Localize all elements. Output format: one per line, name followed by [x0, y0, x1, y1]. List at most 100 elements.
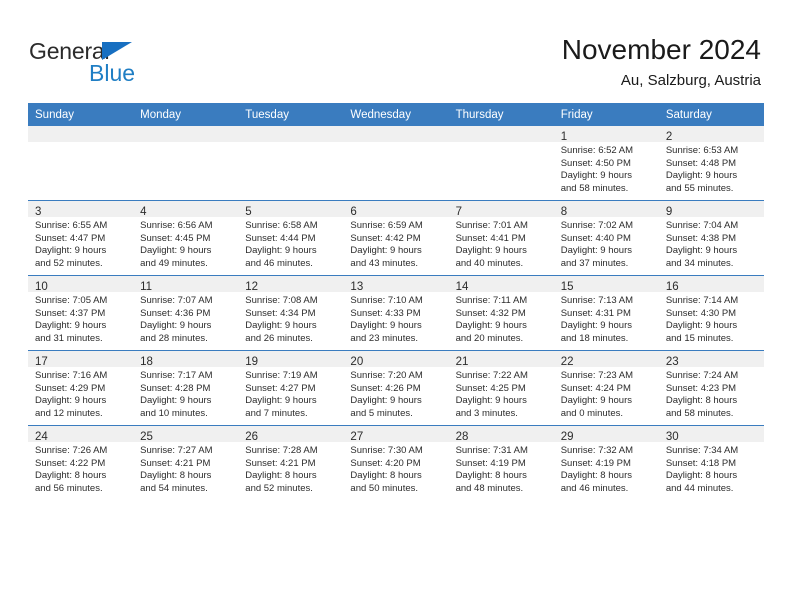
day-cell[interactable]: 28 Sunrise: 7:31 AM Sunset: 4:19 PM Dayligh… [448, 425, 554, 500]
day-number: 27 [350, 431, 364, 443]
general-blue-logo[interactable]: General Blue [29, 38, 209, 88]
day-number-band: 19 [238, 351, 344, 368]
day-detail-lines: Sunrise: 6:58 AM Sunset: 4:44 PM Daylight:… [238, 217, 343, 270]
day-cell[interactable]: 6 Sunrise: 6:59 AM Sunset: 4:42 PM Daylight… [343, 200, 449, 276]
day-cell[interactable]: 16 Sunrise: 7:14 AM Sunset: 4:30 PM Dayligh… [658, 275, 764, 351]
day-cell[interactable]: 10 Sunrise: 7:05 AM Sunset: 4:37 PM Dayligh… [28, 275, 134, 351]
weekday-header-saturday: Saturday [658, 103, 764, 126]
daylight-text: Daylight: 9 hours [350, 245, 422, 257]
day-cell-inner: 20 Sunrise: 7:20 AM Sunset: 4:26 PM Dayligh… [343, 351, 449, 426]
day-cell[interactable]: 27 Sunrise: 7:30 AM Sunset: 4:20 PM Dayligh… [343, 425, 449, 500]
day-number-band: 15 [553, 276, 659, 293]
day-cell-empty [343, 126, 449, 201]
daylight-text: Daylight: 9 hours [140, 395, 212, 407]
day-number: 1 [560, 131, 568, 143]
daylight-text: Daylight: 9 hours [140, 320, 212, 332]
day-cell[interactable]: 4 Sunrise: 6:56 AM Sunset: 4:45 PM Daylight… [133, 200, 239, 276]
daylight-text-cont: and 0 minutes. [560, 407, 624, 419]
calendar-grid: Sunday Monday Tuesday Wednesday Thursday… [28, 103, 764, 500]
day-number: 21 [455, 356, 469, 368]
calendar-week-row: 3 Sunrise: 6:55 AM Sunset: 4:47 PM Daylight… [28, 200, 764, 276]
day-number-band: 24 [28, 426, 134, 443]
day-cell[interactable]: 11 Sunrise: 7:07 AM Sunset: 4:36 PM Dayligh… [133, 275, 239, 351]
day-detail-lines: Sunrise: 7:11 AM Sunset: 4:32 PM Daylight:… [449, 292, 554, 345]
day-cell-inner: 3 Sunrise: 6:55 AM Sunset: 4:47 PM Daylight… [28, 201, 134, 276]
day-cell[interactable]: 7 Sunrise: 7:01 AM Sunset: 4:41 PM Daylight… [448, 200, 554, 276]
day-number-band: 5 [238, 201, 344, 218]
daylight-text: Daylight: 9 hours [35, 245, 107, 257]
day-number-band: 22 [553, 351, 659, 368]
sunrise-text: Sunrise: 7:34 AM [665, 445, 739, 456]
day-cell[interactable]: 19 Sunrise: 7:19 AM Sunset: 4:27 PM Dayligh… [238, 350, 344, 426]
day-number-band: 18 [133, 351, 239, 368]
day-number-band [28, 126, 134, 142]
day-cell[interactable]: 21 Sunrise: 7:22 AM Sunset: 4:25 PM Dayligh… [448, 350, 554, 426]
day-number: 22 [560, 356, 574, 368]
sunrise-text: Sunrise: 7:26 AM [35, 445, 108, 456]
day-cell[interactable]: 29 Sunrise: 7:32 AM Sunset: 4:19 PM Dayligh… [553, 425, 659, 500]
day-detail-lines: Sunrise: 7:07 AM Sunset: 4:36 PM Daylight:… [133, 292, 238, 345]
day-number-band [238, 126, 344, 142]
day-cell[interactable]: 13 Sunrise: 7:10 AM Sunset: 4:33 PM Dayligh… [343, 275, 449, 351]
calendar-week-row: 24 Sunrise: 7:26 AM Sunset: 4:22 PM Dayligh… [28, 425, 764, 500]
sunrise-text: Sunrise: 6:52 AM [560, 145, 634, 156]
day-cell[interactable]: 30 Sunrise: 7:34 AM Sunset: 4:18 PM Dayligh… [658, 425, 764, 500]
day-number-band: 6 [343, 201, 449, 218]
daylight-text: Daylight: 9 hours [245, 245, 317, 257]
sunset-text: Sunset: 4:19 PM [560, 457, 631, 469]
day-number: 2 [665, 131, 673, 143]
day-detail-lines: Sunrise: 7:28 AM Sunset: 4:21 PM Daylight:… [238, 442, 343, 495]
daylight-text: Daylight: 9 hours [140, 245, 212, 257]
calendar-page: General Blue November 2024 Au, Salzburg,… [0, 0, 792, 612]
day-cell[interactable]: 25 Sunrise: 7:27 AM Sunset: 4:21 PM Dayligh… [133, 425, 239, 500]
daylight-text-cont: and 58 minutes. [665, 407, 734, 419]
day-cell[interactable]: 1 Sunrise: 6:52 AM Sunset: 4:50 PM Daylight… [553, 126, 659, 201]
daylight-text: Daylight: 9 hours [455, 245, 527, 257]
day-number-band: 3 [28, 201, 134, 218]
sunrise-text: Sunrise: 7:13 AM [560, 295, 634, 306]
sunset-text: Sunset: 4:47 PM [35, 232, 106, 244]
sunrise-text: Sunrise: 7:08 AM [245, 295, 318, 306]
day-number: 7 [455, 206, 462, 218]
daylight-text: Daylight: 9 hours [35, 395, 107, 407]
day-cell-inner: 23 Sunrise: 7:24 AM Sunset: 4:23 PM Dayligh… [658, 351, 764, 426]
day-cell[interactable]: 26 Sunrise: 7:28 AM Sunset: 4:21 PM Dayligh… [238, 425, 344, 500]
day-cell[interactable]: 8 Sunrise: 7:02 AM Sunset: 4:40 PM Daylight… [553, 200, 659, 276]
daylight-text: Daylight: 9 hours [350, 320, 422, 332]
day-cell[interactable]: 17 Sunrise: 7:16 AM Sunset: 4:29 PM Dayligh… [28, 350, 134, 426]
day-number: 11 [140, 281, 153, 293]
day-detail-lines: Sunrise: 7:10 AM Sunset: 4:33 PM Daylight:… [343, 292, 448, 345]
day-detail-lines: Sunrise: 7:27 AM Sunset: 4:21 PM Daylight:… [133, 442, 238, 495]
day-cell[interactable]: 9 Sunrise: 7:04 AM Sunset: 4:38 PM Daylight… [658, 200, 764, 276]
day-cell[interactable]: 18 Sunrise: 7:17 AM Sunset: 4:28 PM Dayligh… [133, 350, 239, 426]
day-number-band: 26 [238, 426, 344, 443]
day-cell[interactable]: 3 Sunrise: 6:55 AM Sunset: 4:47 PM Daylight… [28, 200, 134, 276]
day-cell[interactable]: 22 Sunrise: 7:23 AM Sunset: 4:24 PM Dayligh… [553, 350, 659, 426]
day-cell[interactable]: 23 Sunrise: 7:24 AM Sunset: 4:23 PM Dayligh… [658, 350, 764, 426]
day-cell[interactable]: 20 Sunrise: 7:20 AM Sunset: 4:26 PM Dayligh… [343, 350, 449, 426]
sunrise-text: Sunrise: 7:22 AM [455, 370, 528, 381]
day-cell-inner: 27 Sunrise: 7:30 AM Sunset: 4:20 PM Dayligh… [343, 426, 449, 500]
sunset-text: Sunset: 4:41 PM [455, 232, 526, 244]
day-number-band: 20 [343, 351, 449, 368]
daylight-text-cont: and 58 minutes. [560, 182, 629, 194]
day-cell[interactable]: 5 Sunrise: 6:58 AM Sunset: 4:44 PM Daylight… [238, 200, 344, 276]
page-title: November 2024 [561, 34, 761, 65]
day-cell[interactable]: 15 Sunrise: 7:13 AM Sunset: 4:31 PM Dayligh… [553, 275, 659, 351]
day-cell-inner [28, 126, 134, 200]
day-cell-inner: 22 Sunrise: 7:23 AM Sunset: 4:24 PM Dayligh… [553, 351, 659, 426]
day-detail-lines [449, 142, 554, 145]
day-cell[interactable]: 12 Sunrise: 7:08 AM Sunset: 4:34 PM Dayligh… [238, 275, 344, 351]
daylight-text-cont: and 46 minutes. [560, 482, 629, 494]
sunrise-text: Sunrise: 6:56 AM [140, 220, 213, 231]
day-cell[interactable]: 24 Sunrise: 7:26 AM Sunset: 4:22 PM Dayligh… [28, 425, 134, 500]
sunrise-text: Sunrise: 7:05 AM [35, 295, 108, 306]
day-cell[interactable]: 2 Sunrise: 6:53 AM Sunset: 4:48 PM Daylight… [658, 126, 764, 201]
day-number-band: 29 [553, 426, 659, 443]
daylight-text: Daylight: 9 hours [560, 320, 632, 332]
sunset-text: Sunset: 4:50 PM [560, 157, 631, 169]
daylight-text-cont: and 28 minutes. [140, 332, 208, 344]
daylight-text-cont: and 5 minutes. [350, 407, 413, 419]
day-cell[interactable]: 14 Sunrise: 7:11 AM Sunset: 4:32 PM Dayligh… [448, 275, 554, 351]
sunset-text: Sunset: 4:44 PM [245, 232, 316, 244]
